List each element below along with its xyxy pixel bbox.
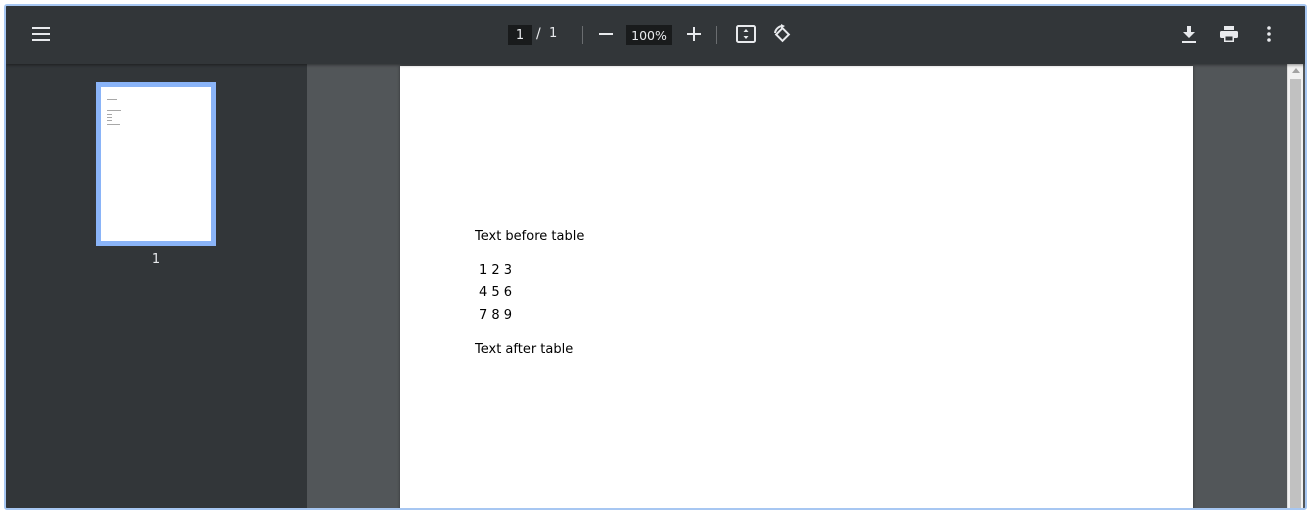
more-vertical-icon — [1267, 26, 1271, 42]
thumbnail-page-label: 1 — [151, 252, 161, 267]
table-row: 1 2 3 — [479, 263, 513, 278]
toolbar-divider — [716, 26, 717, 44]
fit-to-page-button[interactable] — [731, 19, 761, 49]
document-viewer: Text before table 1 2 3 4 5 6 7 8 9 Text… — [307, 64, 1305, 508]
page-thumbnail[interactable] — [96, 82, 216, 246]
minus-icon — [599, 33, 613, 35]
thumbnail-sidebar: 1 — [6, 64, 307, 508]
toolbar-divider — [582, 26, 583, 44]
page-separator: / — [536, 26, 541, 42]
viewer-toolbar: 1 / 1 100% — [6, 6, 1305, 64]
download-icon — [1182, 25, 1196, 43]
scrollbar-thumb[interactable] — [1290, 79, 1301, 508]
pdf-page: Text before table 1 2 3 4 5 6 7 8 9 Text… — [400, 66, 1193, 508]
print-icon — [1220, 26, 1238, 42]
fit-to-page-icon — [736, 25, 756, 43]
table-row: 4 5 6 — [479, 285, 513, 300]
thumbnail-text-line — [107, 114, 112, 115]
vertical-scrollbar[interactable] — [1287, 64, 1303, 508]
plus-icon — [687, 27, 701, 41]
scroll-up-arrow-icon[interactable] — [1292, 68, 1300, 73]
thumbnail-text-line — [107, 124, 120, 125]
total-pages: 1 — [549, 26, 558, 41]
thumbnail-text-line — [107, 120, 112, 121]
page-number-input[interactable]: 1 — [508, 25, 532, 45]
thumbnail-text-line — [107, 110, 121, 111]
text-after-table: Text after table — [475, 342, 574, 357]
text-before-table: Text before table — [475, 229, 585, 244]
hamburger-menu-icon — [32, 27, 50, 41]
rotate-icon — [774, 24, 791, 43]
print-button[interactable] — [1214, 19, 1244, 49]
download-button[interactable] — [1174, 19, 1204, 49]
zoom-out-button[interactable] — [591, 19, 621, 49]
thumbnail-text-line — [107, 117, 112, 118]
more-actions-button[interactable] — [1254, 19, 1284, 49]
pdf-viewer-window: 1 / 1 100% 1 Text before table 1 2 3 4 5… — [4, 4, 1307, 510]
rotate-button[interactable] — [767, 19, 797, 49]
menu-button[interactable] — [26, 19, 56, 49]
thumbnail-text-line — [107, 99, 117, 100]
zoom-level-input[interactable]: 100% — [626, 25, 672, 45]
zoom-in-button[interactable] — [679, 19, 709, 49]
table-row: 7 8 9 — [479, 308, 513, 323]
